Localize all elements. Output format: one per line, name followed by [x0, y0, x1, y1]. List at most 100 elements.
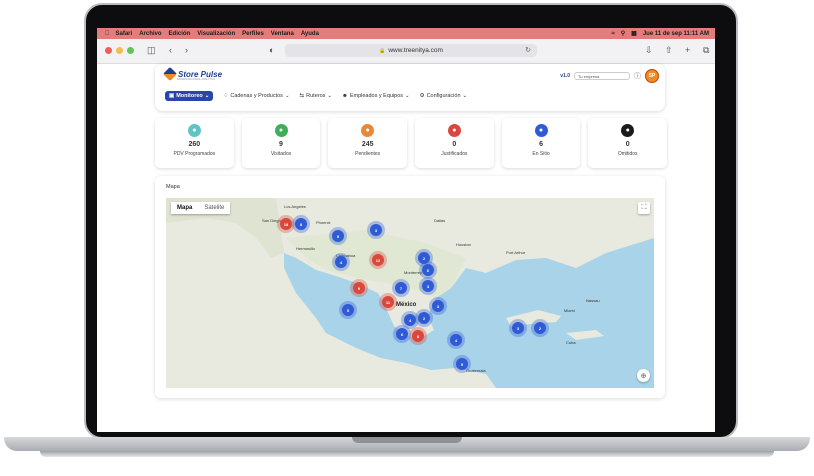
- map-card: Mapa Los Angeles San Diego Phoenix Dalla…: [155, 176, 665, 398]
- laptop-notch: [352, 437, 462, 443]
- stat-value: 260: [188, 141, 201, 148]
- menu-ventana[interactable]: Ventana: [271, 31, 294, 37]
- nav-configuracion[interactable]: ⚙ Configuración ⌄: [420, 93, 467, 99]
- sidebar-icon[interactable]: ◫: [147, 45, 156, 56]
- map-place-label: Guatemala: [466, 368, 486, 373]
- chevron-down-icon: ⌄: [204, 93, 210, 99]
- stat-card-omitidos[interactable]: ● 0 Omitidos: [588, 118, 668, 168]
- people-icon: ☻: [342, 93, 348, 99]
- stat-card-programados[interactable]: ● 260 PDV Programados: [155, 118, 234, 168]
- map-cluster-marker[interactable]: 6: [396, 328, 408, 340]
- stat-card-justificados[interactable]: ● 0 Justificados: [415, 118, 494, 168]
- map-place-label: Port Arthur: [506, 250, 526, 255]
- macos-menubar:  Safari Archivo Edición Visualización P…: [97, 28, 715, 39]
- stat-card-en-sitio[interactable]: ● 6 En Sitio: [501, 118, 581, 168]
- download-icon[interactable]: ⇩: [645, 45, 653, 56]
- satellite-tab[interactable]: Satelite: [198, 202, 230, 214]
- stat-card-visitados[interactable]: ● 9 Visitados: [241, 118, 321, 168]
- nav-label: Configuración: [426, 93, 461, 99]
- map-cluster-marker[interactable]: 5: [342, 304, 354, 316]
- stat-value: 0: [452, 141, 457, 148]
- map-view[interactable]: Los Angeles San Diego Phoenix Dallas Hou…: [166, 198, 654, 388]
- map-cluster-marker[interactable]: 12: [372, 254, 384, 266]
- map-cluster-marker[interactable]: 11: [382, 296, 394, 308]
- new-tab-icon[interactable]: +: [685, 45, 690, 55]
- screen:  Safari Archivo Edición Visualización P…: [97, 28, 715, 432]
- map-cluster-marker[interactable]: 4: [404, 314, 416, 326]
- help-icon[interactable]: ⓘ: [634, 71, 641, 81]
- tag-icon: ♢: [223, 93, 229, 99]
- map-cluster-marker[interactable]: 9: [353, 282, 365, 294]
- map-cluster-marker[interactable]: 3: [370, 224, 382, 236]
- map-cluster-marker[interactable]: 3: [422, 280, 434, 292]
- reload-icon[interactable]: ↻: [525, 46, 531, 54]
- map-tab[interactable]: Mapa: [171, 202, 198, 214]
- map-cluster-marker[interactable]: 5: [456, 358, 468, 370]
- menu-perfiles[interactable]: Perfiles: [242, 31, 264, 37]
- nav-cadenas-productos[interactable]: ♢ Cadenas y Productos ⌄: [223, 93, 289, 99]
- my-location-icon[interactable]: ⊕: [637, 369, 650, 382]
- map-cluster-marker[interactable]: 4: [450, 334, 462, 346]
- fullscreen-icon[interactable]: ⛶: [638, 202, 650, 214]
- company-selector[interactable]: Tu empresa: [574, 72, 630, 80]
- tabs-overview-icon[interactable]: ⧉: [703, 45, 709, 56]
- apple-icon[interactable]: : [105, 31, 110, 37]
- map-cluster-marker[interactable]: 18: [280, 218, 292, 230]
- map-place-label: Houston: [456, 242, 471, 247]
- nav-label: Cadenas y Productos: [230, 93, 283, 99]
- map-cluster-marker[interactable]: 2: [418, 252, 430, 264]
- map-cluster-marker[interactable]: 3: [512, 322, 524, 334]
- share-icon[interactable]: ⇧: [665, 45, 673, 56]
- address-bar[interactable]: 🔒 www.treenitya.com ↻: [285, 44, 537, 57]
- nav-empleados-equipos[interactable]: ☻ Empleados y Equipos ⌄: [342, 93, 410, 99]
- privacy-icon[interactable]: ◐: [269, 45, 274, 55]
- laptop-frame:  Safari Archivo Edición Visualización P…: [0, 0, 814, 476]
- map-pin-icon: ●: [447, 124, 461, 137]
- search-icon[interactable]: ⚲: [621, 30, 625, 37]
- menu-safari[interactable]: Safari: [116, 31, 133, 37]
- nav-monitoreo[interactable]: ▣ Monitoreo ⌄: [165, 91, 214, 101]
- control-center-icon[interactable]: ▦: [631, 30, 637, 37]
- logo-mark-icon: [162, 66, 178, 82]
- map-cluster-marker[interactable]: 2: [534, 322, 546, 334]
- window-controls: [105, 47, 134, 54]
- zoom-window-button[interactable]: [127, 47, 134, 54]
- map-cluster-marker[interactable]: 2: [418, 312, 430, 324]
- menu-visualizacion[interactable]: Visualización: [197, 31, 235, 37]
- map-land: [166, 198, 654, 388]
- back-icon[interactable]: ‹: [169, 45, 172, 55]
- menu-edicion[interactable]: Edición: [169, 31, 191, 37]
- stats-row: ● 260 PDV Programados ● 9 Visitados ● 24…: [155, 118, 668, 168]
- menu-archivo[interactable]: Archivo: [139, 31, 161, 37]
- map-place-label: Cuba: [566, 340, 576, 345]
- chevron-down-icon: ⌄: [405, 93, 410, 99]
- main-nav: ▣ Monitoreo ⌄ ♢ Cadenas y Productos ⌄ ⇆ …: [165, 91, 467, 101]
- map-place-label: Hermosillo: [296, 246, 315, 251]
- map-place-label: Los Angeles: [284, 204, 306, 209]
- forward-icon[interactable]: ›: [185, 45, 188, 55]
- map-place-label: San Diego: [262, 218, 281, 223]
- close-window-button[interactable]: [105, 47, 112, 54]
- map-cluster-marker[interactable]: 4: [335, 256, 347, 268]
- map-cluster-marker[interactable]: 5: [332, 230, 344, 242]
- map-pin-icon: ●: [534, 124, 548, 137]
- map-cluster-marker[interactable]: 8: [295, 218, 307, 230]
- nav-ruteros[interactable]: ⇆ Ruteros ⌄: [300, 93, 332, 99]
- map-place-label: Monterrey: [404, 270, 423, 275]
- map-cluster-marker[interactable]: 3: [432, 300, 444, 312]
- menubar-datetime[interactable]: Jue 11 de sep 11:11 AM: [643, 31, 709, 37]
- version-label: v1.0: [560, 73, 570, 79]
- stat-card-pendientes[interactable]: ● 245 Pendientes: [328, 118, 408, 168]
- map-cluster-marker[interactable]: 6: [422, 264, 434, 276]
- minimize-window-button[interactable]: [116, 47, 123, 54]
- stat-label: PDV Programados: [173, 151, 216, 157]
- wifi-icon[interactable]: ≈: [611, 31, 614, 37]
- avatar[interactable]: SP: [645, 69, 659, 83]
- stat-label: Justificados: [441, 151, 468, 157]
- map-cluster-marker[interactable]: 7: [395, 282, 407, 294]
- nav-label: Ruteros: [306, 93, 326, 99]
- stat-value: 6: [539, 141, 543, 148]
- stat-label: En Sitio: [532, 151, 550, 157]
- menu-ayuda[interactable]: Ayuda: [301, 31, 319, 37]
- map-cluster-marker[interactable]: 8: [412, 330, 424, 342]
